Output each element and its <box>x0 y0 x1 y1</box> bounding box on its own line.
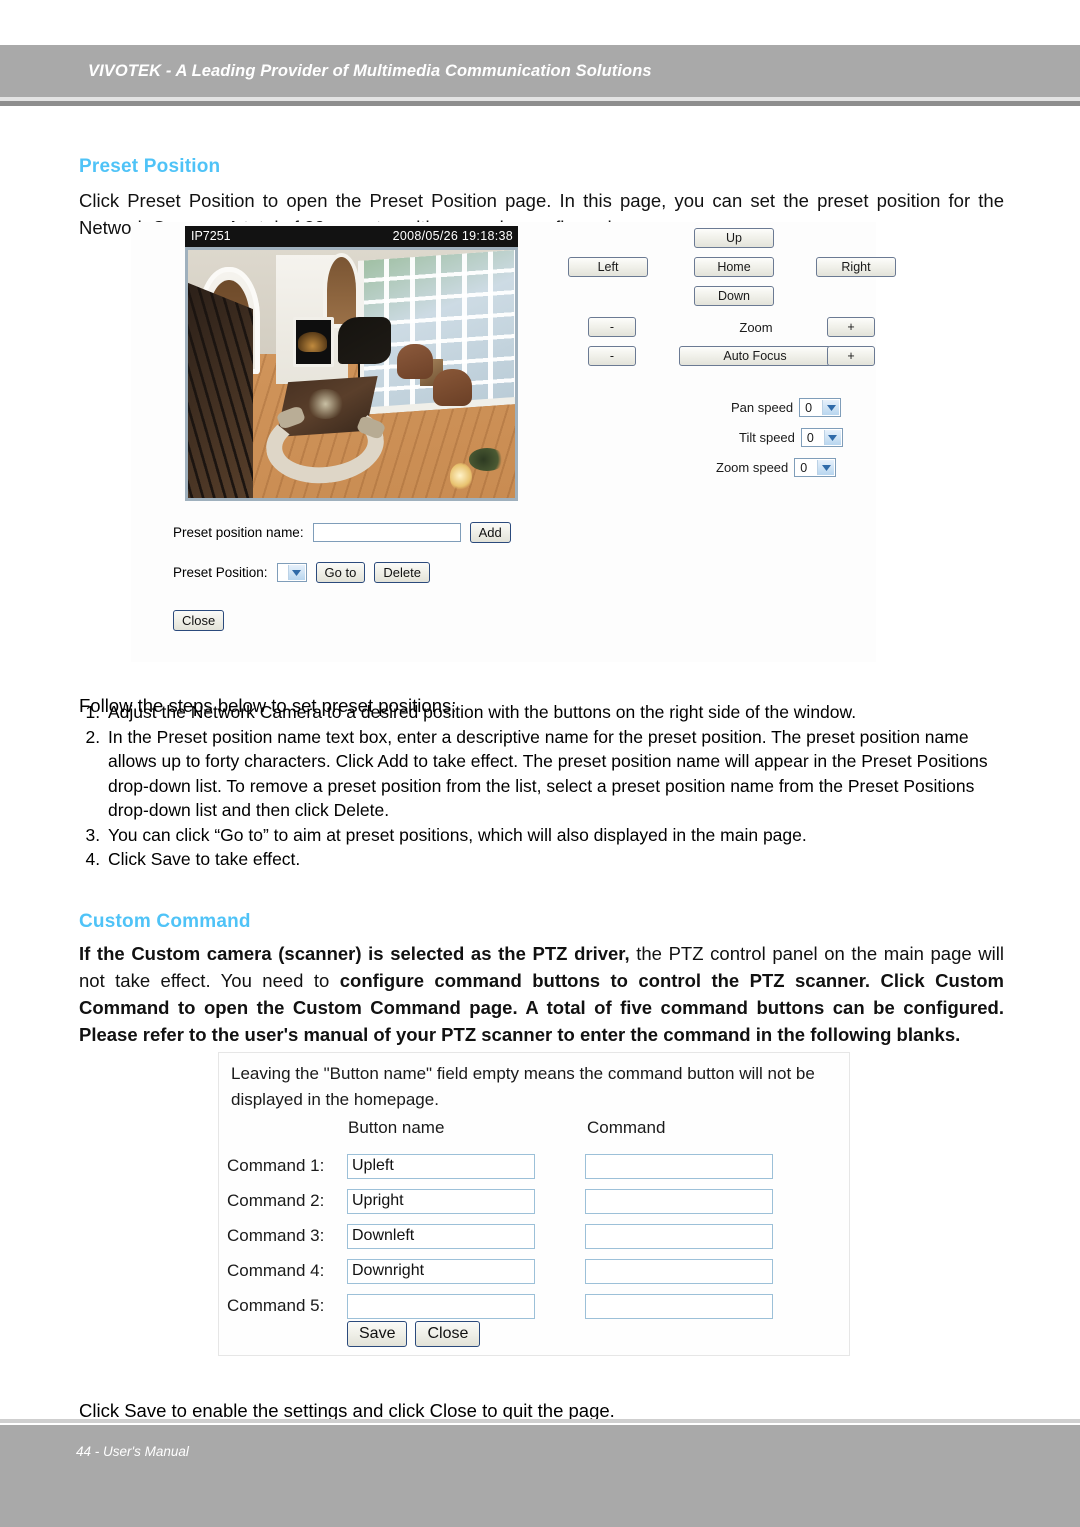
scene-fireplace-glow <box>297 331 327 352</box>
camera-live-image <box>185 247 518 501</box>
tilt-speed-label: Tilt speed <box>739 430 795 445</box>
preset-position-select[interactable] <box>276 563 307 582</box>
list-item: Adjust the Network Camera to a desired p… <box>105 700 1009 725</box>
zoom-speed-select[interactable]: 0 <box>794 458 837 477</box>
command-4-button-name-input[interactable] <box>347 1258 535 1284</box>
list-item: Click Save to take effect. <box>105 847 1009 872</box>
pan-speed-value: 0 <box>805 400 813 415</box>
zoom-out-button[interactable]: - <box>588 317 636 337</box>
command-5-command-input[interactable] <box>585 1293 773 1319</box>
preset-close-row: Close <box>173 610 225 631</box>
command-2-button-name-input[interactable] <box>347 1188 535 1214</box>
camera-video-panel: IP7251 2008/05/26 19:18:38 <box>185 226 518 501</box>
chevron-down-icon <box>287 565 305 580</box>
auto-focus-button[interactable]: Auto Focus <box>679 346 831 366</box>
custom-intro-bold-1: If the Custom camera (scanner) is select… <box>79 942 630 964</box>
command-3-label: Command 3: <box>227 1226 325 1245</box>
table-row: Command 2: <box>227 1188 773 1214</box>
chevron-down-icon <box>823 430 841 445</box>
preset-steps-list: Adjust the Network Camera to a desired p… <box>79 700 1009 872</box>
scene-staircase-railing <box>188 279 254 498</box>
command-3-button-name-input[interactable] <box>347 1223 535 1249</box>
ptz-left-button[interactable]: Left <box>568 257 648 277</box>
preset-name-row: Preset position name: Add <box>173 522 511 543</box>
scene-armchair-two <box>433 369 473 407</box>
goto-preset-button[interactable]: Go to <box>315 562 366 583</box>
pan-speed-label: Pan speed <box>731 400 794 415</box>
preset-name-label: Preset position name: <box>173 525 304 540</box>
preset-position-row: Preset Position: Go to Delete <box>173 562 430 583</box>
ptz-right-button[interactable]: Right <box>816 257 896 277</box>
zoom-label: Zoom <box>739 320 773 335</box>
scene-table-lamp <box>449 463 473 491</box>
camera-timestamp-label: 2008/05/26 19:18:38 <box>392 229 513 243</box>
close-preset-dialog-button[interactable]: Close <box>173 610 225 631</box>
column-header-command: Command <box>587 1118 666 1137</box>
zoom-speed-row: Zoom speed 0 <box>716 458 837 477</box>
pan-speed-select[interactable]: 0 <box>799 398 842 417</box>
ptz-control-panel: Up Left Home Right Down - Zoom + - Auto … <box>546 222 896 492</box>
command-1-button-name-input[interactable] <box>347 1153 535 1179</box>
command-2-label: Command 2: <box>227 1191 325 1210</box>
footer-divider <box>0 1419 1080 1423</box>
scene-plant <box>469 448 506 471</box>
section-heading-preset-position: Preset Position <box>79 155 221 177</box>
command-3-command-input[interactable] <box>585 1223 773 1249</box>
chevron-down-icon <box>817 460 835 475</box>
custom-command-note: Leaving the "Button name" field empty me… <box>231 1064 815 1109</box>
column-header-button-name: Button name <box>348 1118 445 1137</box>
command-1-command-input[interactable] <box>585 1153 773 1179</box>
list-item: You can click “Go to” to aim at preset p… <box>105 823 1009 848</box>
command-5-button-name-input[interactable] <box>347 1293 535 1319</box>
table-row: Command 1: <box>227 1153 773 1179</box>
command-1-label: Command 1: <box>227 1156 325 1175</box>
ptz-home-button[interactable]: Home <box>694 257 774 277</box>
ptz-up-button[interactable]: Up <box>694 228 774 248</box>
custom-command-actions: Save Close <box>347 1321 481 1347</box>
zoom-speed-value: 0 <box>800 460 808 475</box>
header-divider-dark <box>0 101 1080 106</box>
camera-video-titlebar: IP7251 2008/05/26 19:18:38 <box>185 226 518 247</box>
focus-near-button[interactable]: - <box>588 346 636 366</box>
custom-command-intro-paragraph: If the Custom camera (scanner) is select… <box>79 940 1004 1048</box>
pan-speed-row: Pan speed 0 <box>731 398 842 417</box>
section-heading-custom-command: Custom Command <box>79 910 251 932</box>
page-header-title: VIVOTEK - A Leading Provider of Multimed… <box>88 61 652 80</box>
focus-far-button[interactable]: + <box>827 346 875 366</box>
add-preset-button[interactable]: Add <box>469 522 511 543</box>
preset-position-label: Preset Position: <box>173 565 268 580</box>
page-footer <box>0 1425 1080 1527</box>
command-2-command-input[interactable] <box>585 1188 773 1214</box>
zoom-in-button[interactable]: + <box>827 317 875 337</box>
table-row: Command 3: <box>227 1223 773 1249</box>
table-row: Command 4: <box>227 1258 773 1284</box>
camera-id-label: IP7251 <box>191 229 231 243</box>
preset-position-dialog-screenshot: IP7251 2008/05/26 19:18:38 Up Left Home … <box>131 222 896 662</box>
scene-armchair-one <box>397 344 434 379</box>
tilt-speed-value: 0 <box>806 430 814 445</box>
delete-preset-button[interactable]: Delete <box>374 562 430 583</box>
list-item: In the Preset position name text box, en… <box>105 725 1009 823</box>
save-custom-command-button[interactable]: Save <box>347 1321 408 1347</box>
scene-right-alcove <box>326 257 357 325</box>
table-row: Command 5: <box>227 1293 773 1319</box>
tilt-speed-row: Tilt speed 0 <box>739 428 843 447</box>
tilt-speed-select[interactable]: 0 <box>800 428 843 447</box>
chevron-down-icon <box>822 400 840 415</box>
zoom-speed-label: Zoom speed <box>716 460 789 475</box>
preset-name-input[interactable] <box>312 523 461 542</box>
page-number-label: 44 - User's Manual <box>76 1444 189 1459</box>
command-5-label: Command 5: <box>227 1296 325 1315</box>
command-4-command-input[interactable] <box>585 1258 773 1284</box>
close-custom-command-button[interactable]: Close <box>415 1321 481 1347</box>
command-4-label: Command 4: <box>227 1261 325 1280</box>
ptz-down-button[interactable]: Down <box>694 286 774 306</box>
scene-grand-piano <box>338 316 391 365</box>
page-header: VIVOTEK - A Leading Provider of Multimed… <box>0 45 1080 97</box>
custom-command-dialog-screenshot: Leaving the "Button name" field empty me… <box>218 1052 850 1356</box>
